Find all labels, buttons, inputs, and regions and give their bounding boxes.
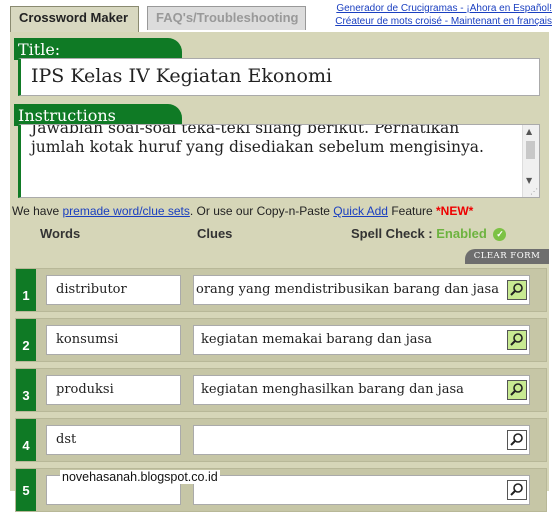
main-panel: Title: IPS Kelas IV Kegiatan Ekonomi Ins… <box>10 32 549 512</box>
check-icon: ✓ <box>493 228 507 242</box>
spanish-link[interactable]: Generador de Crucigramas - ¡Ahora en Esp… <box>335 2 552 15</box>
word-input[interactable]: dst <box>46 425 181 455</box>
scroll-up-icon[interactable]: ▲ <box>526 127 532 136</box>
title-label: Title: <box>14 38 182 60</box>
premade-sets-link[interactable]: premade word/clue sets <box>62 204 189 218</box>
lookup-button[interactable] <box>507 380 527 400</box>
word-input[interactable]: konsumsi <box>46 325 181 355</box>
clue-input[interactable] <box>193 475 530 505</box>
quick-add-link[interactable]: Quick Add <box>333 204 388 218</box>
tab-crossword-maker[interactable]: Crossword Maker <box>10 6 139 33</box>
clue-input[interactable]: kegiatan menghasilkan barang dan jasa <box>193 375 530 405</box>
word-input[interactable]: distributor <box>46 275 181 305</box>
magnifier-icon <box>510 433 523 446</box>
clue-input[interactable] <box>193 425 530 455</box>
row-number: 4 <box>16 419 36 461</box>
lookup-button[interactable] <box>507 330 527 350</box>
row-number: 1 <box>16 269 36 311</box>
clear-form-button[interactable]: CLEAR FORM <box>465 249 549 264</box>
instructions-field[interactable]: Jawablah soal-soal teka-teki silang beri… <box>18 124 540 198</box>
lookup-button[interactable] <box>507 280 527 300</box>
lookup-button[interactable] <box>507 480 527 500</box>
notice-text: . Or use our Copy-n-Paste <box>189 204 334 218</box>
language-links: Generador de Crucigramas - ¡Ahora en Esp… <box>335 2 552 28</box>
notice-text: We have <box>12 204 63 218</box>
spell-check: Spell Check : Enabled ✓ <box>351 226 507 242</box>
word-row: 1 distributor orang yang mendistribusika… <box>15 268 547 312</box>
title-field[interactable]: IPS Kelas IV Kegiatan Ekonomi <box>18 58 540 96</box>
notice-text: Feature <box>387 204 437 218</box>
premade-notice: We have premade word/clue sets. Or use o… <box>12 204 473 218</box>
clues-header: Clues <box>197 226 233 241</box>
lookup-button[interactable] <box>507 430 527 450</box>
word-row: 3 produksi kegiatan menghasilkan barang … <box>15 368 547 412</box>
tab-bar: Crossword Maker FAQ's/Troubleshooting Ge… <box>0 0 560 33</box>
spell-check-label: Spell Check : <box>351 226 433 241</box>
watermark-text: novehasanah.blogspot.co.id <box>60 470 220 484</box>
instructions-value: Jawablah soal-soal teka-teki silang beri… <box>31 124 484 156</box>
row-number: 2 <box>16 319 36 361</box>
title-value: IPS Kelas IV Kegiatan Ekonomi <box>31 65 333 87</box>
tab-faq[interactable]: FAQ's/Troubleshooting <box>147 6 306 30</box>
magnifier-icon <box>510 483 523 496</box>
magnifier-icon <box>510 283 523 296</box>
magnifier-icon <box>510 333 523 346</box>
french-link[interactable]: Créateur de mots croisé - Maintenant en … <box>335 15 552 28</box>
new-badge: *NEW* <box>436 204 474 218</box>
word-row: 4 dst <box>15 418 547 462</box>
row-number: 5 <box>16 469 36 511</box>
word-input[interactable]: produksi <box>46 375 181 405</box>
word-row: 2 konsumsi kegiatan memakai barang dan j… <box>15 318 547 362</box>
scroll-down-icon[interactable]: ▼ <box>526 176 532 185</box>
scroll-thumb[interactable] <box>526 141 535 159</box>
instructions-label: Instructions <box>14 104 182 126</box>
clue-input[interactable]: kegiatan memakai barang dan jasa <box>193 325 530 355</box>
magnifier-icon <box>510 383 523 396</box>
spell-check-status[interactable]: Enabled <box>436 226 487 241</box>
resize-handle-icon[interactable]: ⋰ <box>530 187 538 196</box>
row-number: 3 <box>16 369 36 411</box>
words-header: Words <box>40 226 81 241</box>
clue-input[interactable]: orang yang mendistribusikan barang dan j… <box>193 275 530 305</box>
